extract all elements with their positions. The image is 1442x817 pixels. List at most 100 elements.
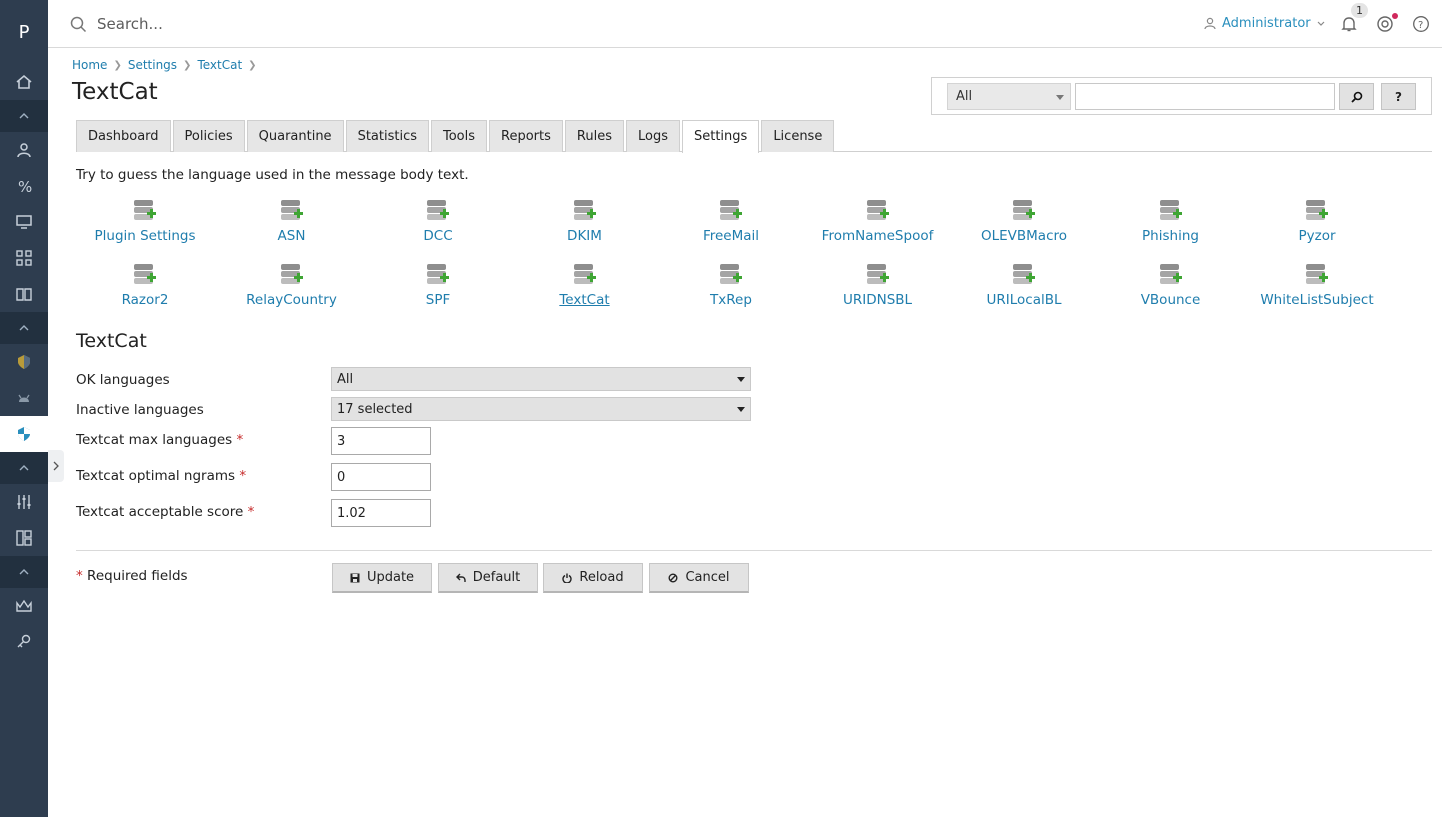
apps-icon[interactable]: [0, 240, 48, 276]
plugin-link-whitelistsubject[interactable]: WhiteListSubject: [1244, 262, 1390, 308]
expand-sidebar-handle[interactable]: [48, 450, 64, 482]
plugin-description: Try to guess the language used in the me…: [76, 167, 469, 183]
tab-policies[interactable]: Policies: [172, 120, 245, 152]
plugin-label: FromNameSpoof: [821, 228, 934, 244]
acceptable-score-input[interactable]: [331, 499, 431, 527]
inactive-languages-select[interactable]: 17 selected: [331, 397, 751, 421]
plugin-link-dcc[interactable]: DCC: [365, 198, 511, 244]
max-languages-input[interactable]: [331, 427, 431, 455]
optimal-ngrams-input[interactable]: [331, 463, 431, 491]
database-add-icon: [1013, 264, 1035, 284]
plugin-link-dkim[interactable]: DKIM: [512, 198, 658, 244]
user-name: Administrator: [1222, 16, 1311, 31]
save-icon: [350, 573, 360, 582]
plugin-link-pyzor[interactable]: Pyzor: [1244, 198, 1390, 244]
plugin-label: WhiteListSubject: [1260, 292, 1374, 308]
quick-search-help-button[interactable]: ?: [1381, 83, 1416, 110]
acceptable-score-label: Textcat acceptable score *: [76, 504, 254, 520]
update-button[interactable]: Update: [332, 563, 432, 593]
breadcrumb-textcat[interactable]: TextCat: [197, 58, 242, 72]
plugin-label: Pyzor: [1298, 228, 1336, 244]
global-search: [70, 15, 397, 33]
breadcrumb-home[interactable]: Home: [72, 58, 107, 72]
svg-text:%: %: [18, 178, 32, 195]
tab-rules[interactable]: Rules: [564, 120, 624, 152]
app-logo[interactable]: P: [0, 0, 48, 64]
tab-dashboard[interactable]: Dashboard: [76, 120, 171, 152]
quick-search-button[interactable]: [1339, 83, 1374, 110]
breadcrumb: Home ❯ Settings ❯ TextCat ❯: [72, 58, 257, 72]
home-icon[interactable]: [0, 64, 48, 100]
key-icon[interactable]: [0, 624, 48, 660]
database-add-icon: [720, 200, 742, 220]
plugin-link-urilocalbl[interactable]: URILocalBL: [951, 262, 1097, 308]
plugin-link-relaycountry[interactable]: RelayCountry: [219, 262, 365, 308]
collapse-up-icon[interactable]: [0, 312, 48, 344]
user-icon[interactable]: [0, 132, 48, 168]
plugin-link-razor2[interactable]: Razor2: [72, 262, 218, 308]
plugin-link-fromnamespoof[interactable]: FromNameSpoof: [805, 198, 951, 244]
tab-logs[interactable]: Logs: [625, 120, 680, 152]
breadcrumb-settings[interactable]: Settings: [128, 58, 177, 72]
ok-languages-select[interactable]: All: [331, 367, 751, 391]
default-button[interactable]: Default: [438, 563, 538, 593]
layout-icon[interactable]: [0, 520, 48, 556]
plugin-link-freemail[interactable]: FreeMail: [658, 198, 804, 244]
search-icon: [1350, 91, 1362, 103]
tab-statistics[interactable]: Statistics: [345, 120, 429, 152]
plugin-link-txrep[interactable]: TxRep: [658, 262, 804, 308]
database-add-icon: [1306, 200, 1328, 220]
database-add-icon: [134, 264, 156, 284]
required-mark: *: [247, 504, 255, 520]
section-title: TextCat: [76, 330, 147, 352]
support-icon[interactable]: [1376, 15, 1394, 33]
quick-search-input[interactable]: [1075, 83, 1335, 110]
undo-icon: [455, 573, 466, 582]
quick-search-scope-select[interactable]: All: [947, 83, 1071, 110]
power-icon: [562, 573, 573, 583]
collapse-up-icon[interactable]: [0, 556, 48, 588]
bell-icon[interactable]: [1340, 15, 1358, 33]
sliders-icon[interactable]: [0, 484, 48, 520]
page-title: TextCat: [72, 79, 158, 105]
crown-icon[interactable]: [0, 588, 48, 624]
optimal-ngrams-label: Textcat optimal ngrams *: [76, 468, 246, 484]
collapse-up-icon[interactable]: [0, 452, 48, 484]
plugin-link-uridnsbl[interactable]: URIDNSBL: [805, 262, 951, 308]
tab-tools[interactable]: Tools: [431, 120, 488, 152]
cancel-button[interactable]: Cancel: [649, 563, 749, 593]
plugin-link-textcat[interactable]: TextCat: [512, 262, 658, 308]
plugin-label: DCC: [423, 228, 453, 244]
monitor-icon[interactable]: [0, 204, 48, 240]
tab-reports[interactable]: Reports: [489, 120, 563, 152]
database-add-icon: [1013, 200, 1035, 220]
reload-button[interactable]: Reload: [543, 563, 643, 593]
caret-down-icon: [1056, 95, 1064, 100]
book-icon[interactable]: [0, 276, 48, 312]
collapse-up-icon[interactable]: [0, 100, 48, 132]
tab-settings[interactable]: Settings: [681, 120, 760, 153]
left-rail: P %: [0, 0, 48, 817]
percent-icon[interactable]: %: [0, 168, 48, 204]
plugin-link-olevbmacro[interactable]: OLEVBMacro: [951, 198, 1097, 244]
user-menu[interactable]: Administrator: [1204, 16, 1325, 31]
database-add-icon: [720, 264, 742, 284]
plugin-label: Phishing: [1142, 228, 1199, 244]
search-input[interactable]: [97, 15, 397, 33]
spamassassin-shield-icon[interactable]: [0, 416, 48, 452]
plugin-link-plugin-settings[interactable]: Plugin Settings: [72, 198, 218, 244]
database-add-icon: [1306, 264, 1328, 284]
plugin-label: Razor2: [121, 292, 169, 308]
spam-bug-icon[interactable]: [0, 380, 48, 416]
notifications-badge: 1: [1351, 3, 1368, 18]
shield-icon[interactable]: [0, 344, 48, 380]
plugin-link-vbounce[interactable]: VBounce: [1098, 262, 1244, 308]
plugin-link-phishing[interactable]: Phishing: [1098, 198, 1244, 244]
help-icon[interactable]: ?: [1412, 15, 1430, 33]
plugin-link-spf[interactable]: SPF: [365, 262, 511, 308]
plugin-label: RelayCountry: [246, 292, 337, 308]
plugin-link-asn[interactable]: ASN: [219, 198, 365, 244]
tab-license[interactable]: License: [761, 120, 835, 152]
database-add-icon: [427, 200, 449, 220]
tab-quarantine[interactable]: Quarantine: [246, 120, 344, 152]
